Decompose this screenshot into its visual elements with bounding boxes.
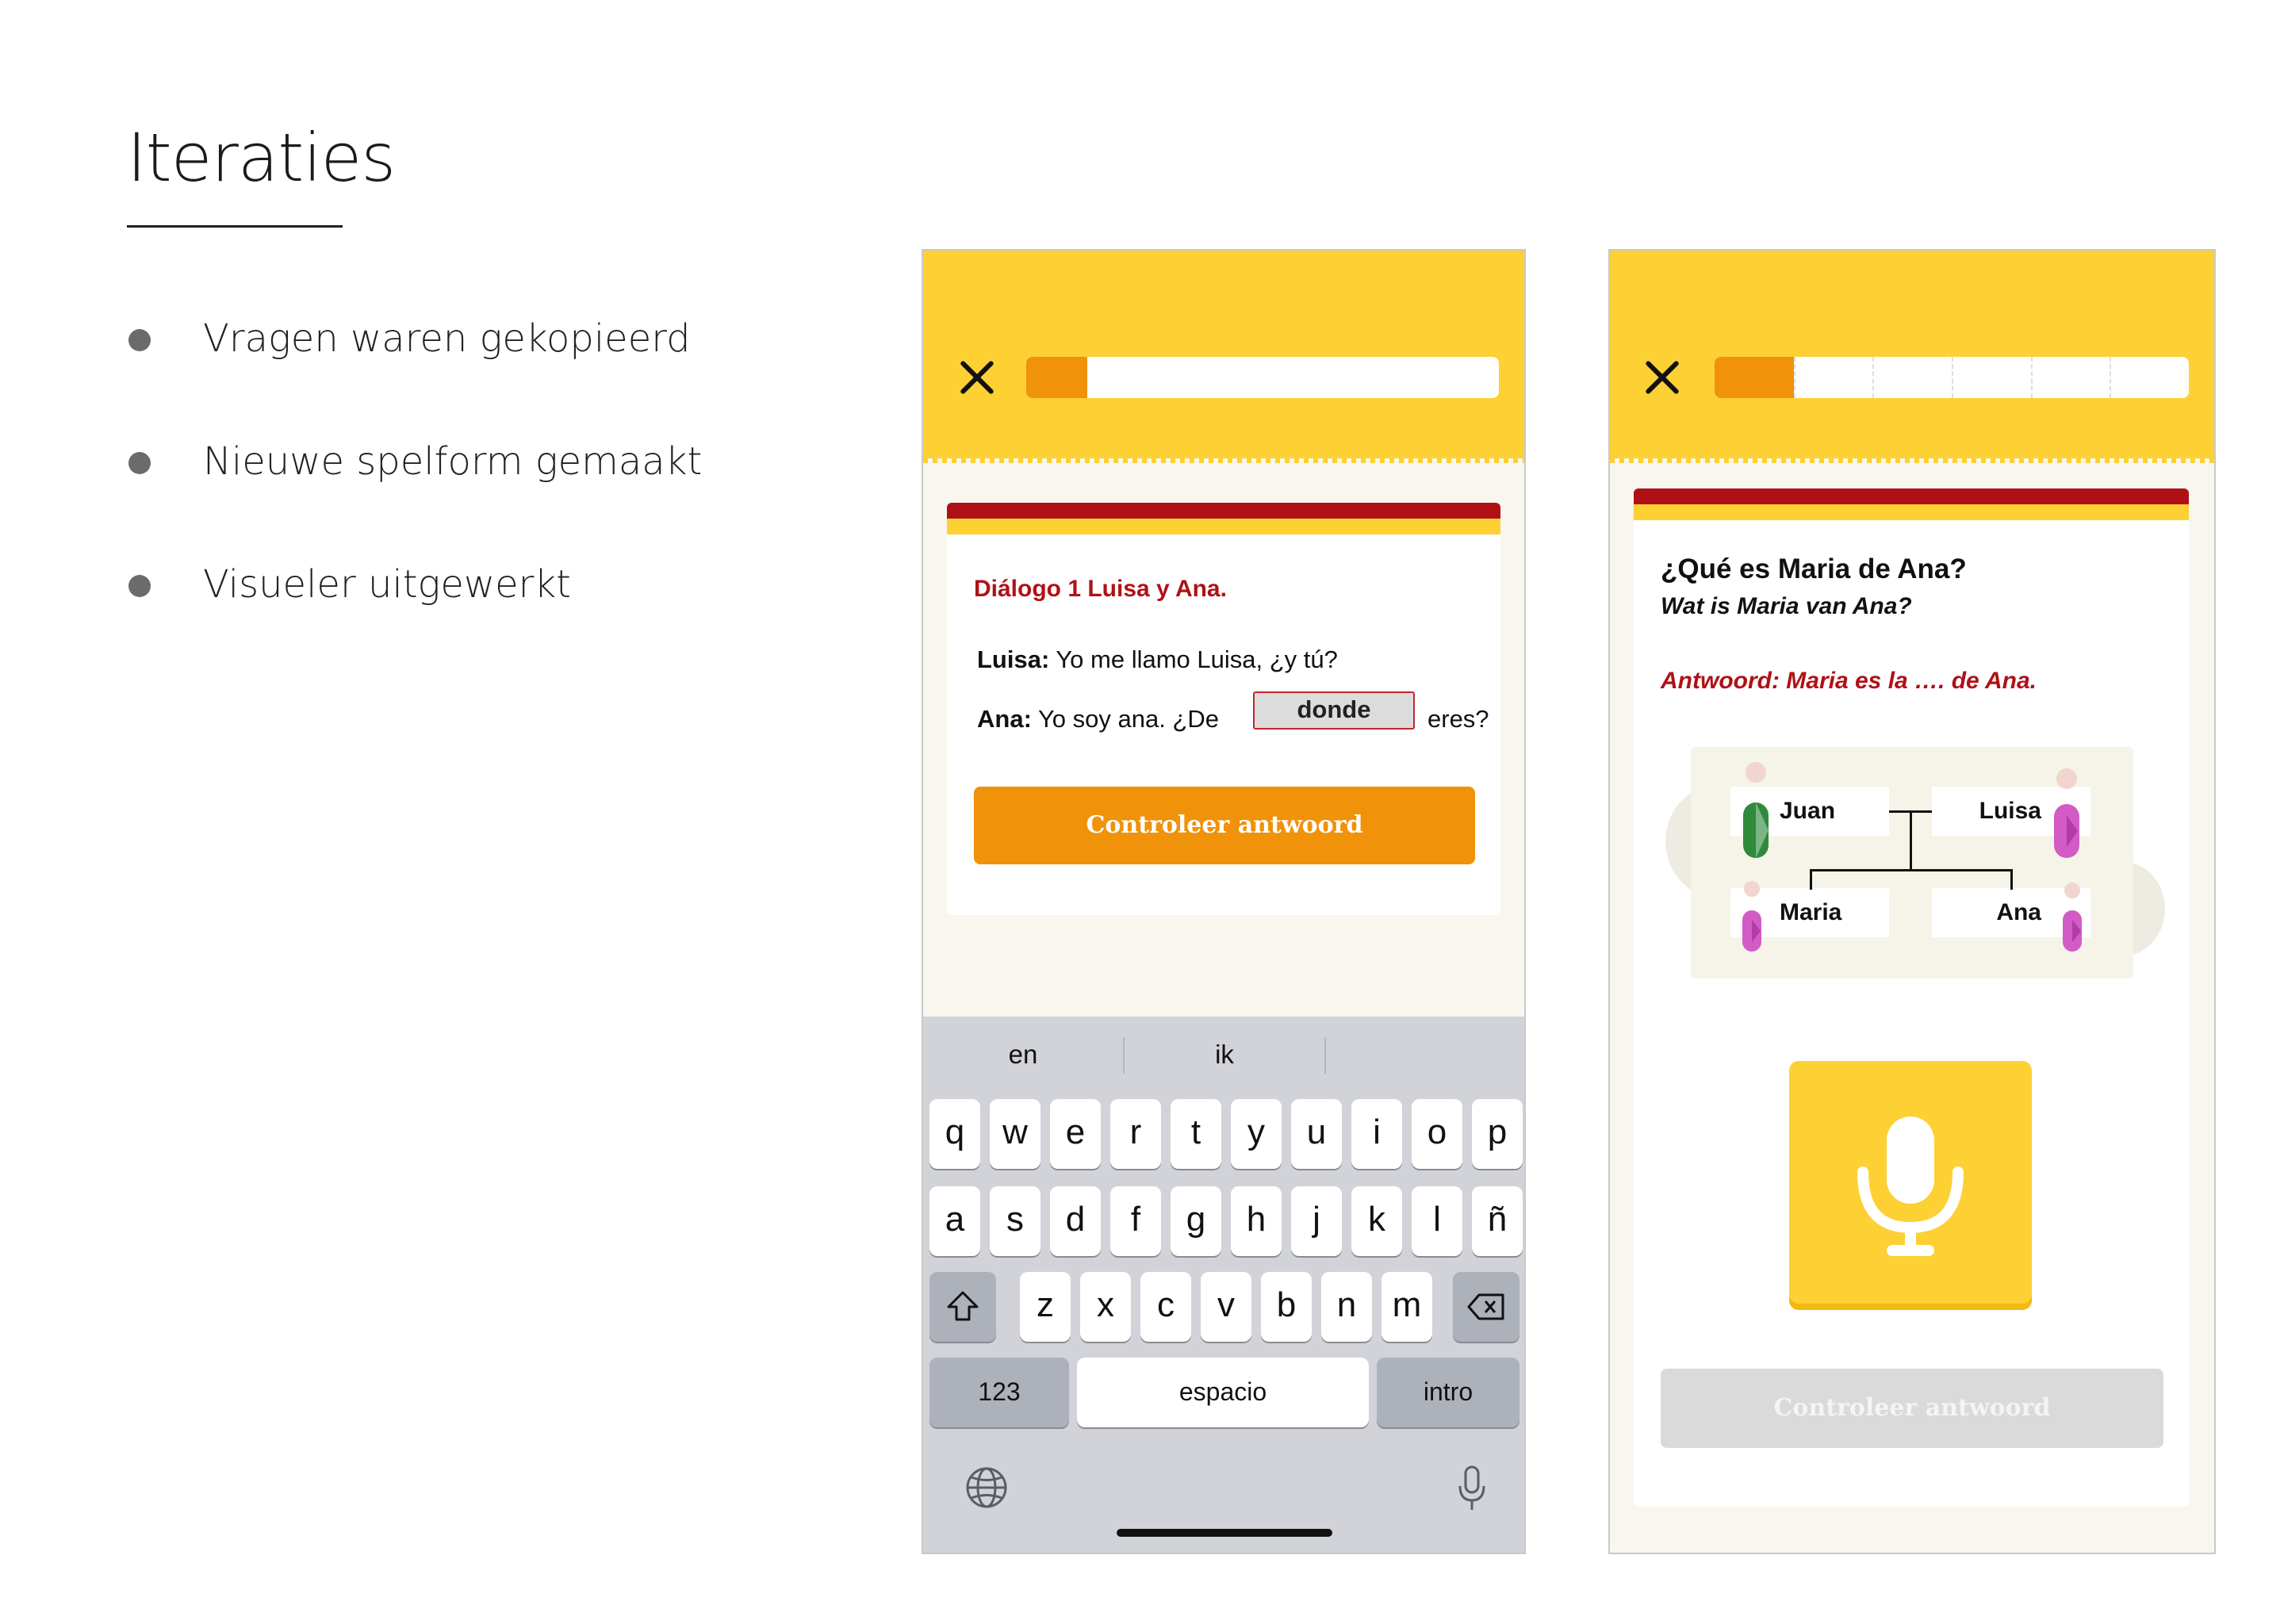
bullet-item: Vragen waren gekopieerd <box>127 313 702 436</box>
card-stripe-red <box>947 503 1500 519</box>
answer-input[interactable]: donde <box>1253 691 1415 730</box>
key-v[interactable]: v <box>1201 1272 1251 1342</box>
microphone-icon <box>1857 1116 1964 1256</box>
key-y[interactable]: y <box>1231 1099 1282 1169</box>
family-tree: Juan Luisa Maria Ana <box>1691 747 2133 979</box>
close-icon[interactable] <box>1642 357 1683 398</box>
phone-screen-fill-in: Diálogo 1 Luisa y Ana. Luisa: Yo me llam… <box>922 249 1526 1554</box>
key-q[interactable]: q <box>929 1099 980 1169</box>
card-stripe-red <box>1634 488 2189 504</box>
progress-segment-divider <box>1952 357 1953 398</box>
key-n[interactable]: n <box>1321 1272 1372 1342</box>
suggestion-item[interactable]: en <box>923 1017 1123 1093</box>
key-d[interactable]: d <box>1050 1186 1101 1256</box>
suggestion-item[interactable]: ik <box>1125 1017 1324 1093</box>
key-p[interactable]: p <box>1472 1099 1523 1169</box>
progress-bar <box>1715 357 2189 398</box>
person-figure-maria <box>1742 881 1761 952</box>
close-icon[interactable] <box>956 357 998 398</box>
key-r[interactable]: r <box>1110 1099 1161 1169</box>
bullet-list: Vragen waren gekopieerd Nieuwe spelform … <box>127 313 702 682</box>
bullet-text: Vragen waren gekopieerd <box>203 316 691 361</box>
progress-segment-divider <box>1793 357 1795 398</box>
key-ñ[interactable]: ñ <box>1472 1186 1523 1256</box>
key-u[interactable]: u <box>1291 1099 1342 1169</box>
key-l[interactable]: l <box>1412 1186 1462 1256</box>
numbers-key[interactable]: 123 <box>929 1358 1069 1427</box>
check-answer-button[interactable]: Controleer antwoord <box>974 787 1475 864</box>
progress-segment-divider <box>2030 357 2033 398</box>
key-i[interactable]: i <box>1351 1099 1402 1169</box>
space-key[interactable]: espacio <box>1077 1358 1369 1427</box>
speaker-name: Luisa: <box>977 645 1050 673</box>
card-stripe-yellow <box>947 519 1500 534</box>
speaker-name: Ana: <box>977 705 1032 733</box>
bullet-item: Visueler uitgewerkt <box>127 559 702 682</box>
bullet-dot-icon <box>128 575 151 597</box>
key-k[interactable]: k <box>1351 1186 1402 1256</box>
top-bar <box>1610 251 2214 463</box>
progress-fill <box>1715 357 1794 398</box>
top-bar <box>923 251 1524 463</box>
key-x[interactable]: x <box>1080 1272 1131 1342</box>
person-figure-luisa <box>2054 768 2079 858</box>
bullet-dot-icon <box>128 452 151 474</box>
person-figure-juan <box>1743 762 1769 858</box>
suggestion-divider <box>1324 1037 1326 1074</box>
key-c[interactable]: c <box>1140 1272 1191 1342</box>
key-z[interactable]: z <box>1020 1272 1071 1342</box>
record-button[interactable] <box>1789 1061 2032 1304</box>
return-key[interactable]: intro <box>1377 1358 1519 1427</box>
bullet-text: Nieuwe spelform gemaakt <box>203 439 703 484</box>
dialog-text: Yo soy ana. ¿De <box>1031 705 1219 733</box>
bullet-item: Nieuwe spelform gemaakt <box>127 436 702 559</box>
exercise-card: Diálogo 1 Luisa y Ana. Luisa: Yo me llam… <box>947 503 1500 915</box>
progress-segment-divider <box>1872 357 1875 398</box>
backspace-key[interactable] <box>1453 1272 1519 1342</box>
backspace-icon <box>1467 1293 1504 1320</box>
bullet-dot-icon <box>128 329 151 351</box>
home-indicator <box>1117 1529 1332 1537</box>
keyboard: en ik qwertyuiop asdfghjklñ zxcvbnm 123 … <box>923 1017 1524 1553</box>
person-figure-ana <box>2063 883 2082 952</box>
shift-key[interactable] <box>929 1272 996 1342</box>
title-underline <box>127 225 343 228</box>
key-t[interactable]: t <box>1171 1099 1221 1169</box>
tree-connector <box>1810 869 1812 890</box>
microphone-icon[interactable] <box>1456 1464 1488 1513</box>
question-translation: Wat is Maria van Ana? <box>1661 593 1912 619</box>
progress-fill <box>1026 357 1088 398</box>
tree-connector <box>1910 810 1912 871</box>
answer-hint: Antwoord: Maria es la …. de Ana. <box>1661 668 2037 694</box>
progress-segment-divider <box>2110 357 2112 398</box>
key-m[interactable]: m <box>1382 1272 1432 1342</box>
key-b[interactable]: b <box>1261 1272 1312 1342</box>
tree-connector <box>2010 869 2013 890</box>
key-a[interactable]: a <box>929 1186 980 1256</box>
shift-icon <box>947 1291 979 1321</box>
key-e[interactable]: e <box>1050 1099 1101 1169</box>
key-s[interactable]: s <box>990 1186 1040 1256</box>
progress-bar <box>1026 357 1499 398</box>
dialog-line-ana: Ana: Yo soy ana. ¿De eres? <box>977 705 1489 733</box>
key-f[interactable]: f <box>1110 1186 1161 1256</box>
phone-screen-speaking: ¿Qué es Maria de Ana? Wat is Maria van A… <box>1608 249 2216 1554</box>
globe-icon[interactable] <box>964 1465 1009 1510</box>
dialog-title: Diálogo 1 Luisa y Ana. <box>974 576 1227 602</box>
tree-connector <box>1810 869 2013 871</box>
check-answer-button[interactable]: Controleer antwoord <box>1661 1369 2163 1448</box>
dialog-text: Yo me llamo Luisa, ¿y tú? <box>1049 645 1338 673</box>
key-h[interactable]: h <box>1231 1186 1282 1256</box>
key-o[interactable]: o <box>1412 1099 1462 1169</box>
key-w[interactable]: w <box>990 1099 1040 1169</box>
card-stripe-yellow <box>1634 504 2189 520</box>
key-j[interactable]: j <box>1291 1186 1342 1256</box>
dialog-line-luisa: Luisa: Yo me llamo Luisa, ¿y tú? <box>977 645 1338 674</box>
exercise-card: ¿Qué es Maria de Ana? Wat is Maria van A… <box>1634 488 2189 1507</box>
dialog-text-after-blank: eres? <box>1428 705 1489 733</box>
key-g[interactable]: g <box>1171 1186 1221 1256</box>
bullet-text: Visueler uitgewerkt <box>203 562 571 607</box>
slide-title: Iteraties <box>127 119 396 197</box>
question-title: ¿Qué es Maria de Ana? <box>1661 553 1967 584</box>
